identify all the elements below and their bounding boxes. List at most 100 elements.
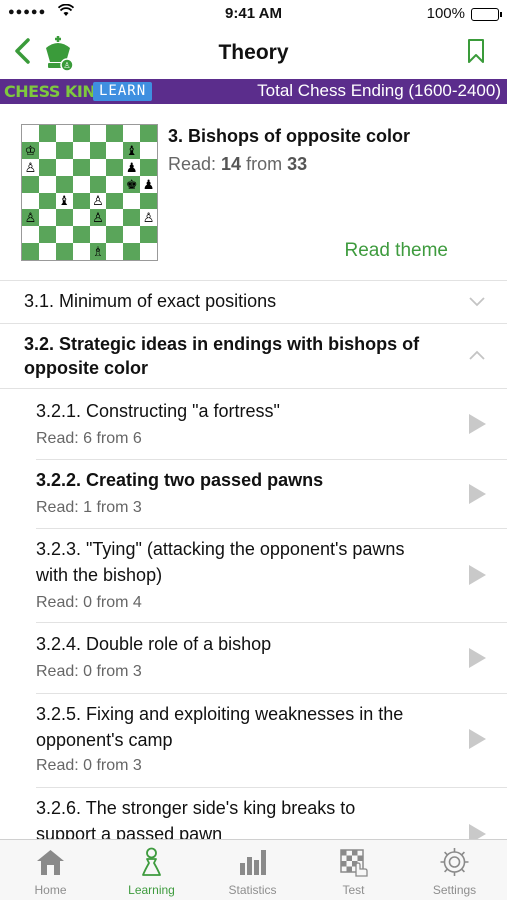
board-square [22, 226, 39, 244]
read-theme-link[interactable]: Read theme [344, 240, 448, 262]
tab-test[interactable]: Test [303, 840, 404, 900]
board-square [22, 243, 39, 260]
chess-piece: ♔ [24, 142, 37, 158]
board-square: ♝ [123, 141, 141, 159]
board-square [106, 226, 124, 244]
board-square [72, 125, 90, 142]
status-bar: ●●●●● 9:41 AM 100% [0, 0, 507, 28]
tab-label: Settings [432, 883, 477, 897]
bar-chart-icon [240, 850, 266, 875]
board-square: ♗ [89, 243, 107, 260]
tab-learning[interactable]: Learning [101, 840, 202, 900]
section-row[interactable]: 3.1. Minimum of exact positions [0, 281, 507, 323]
lesson-progress: Read: 0 from 3 [36, 663, 142, 680]
board-square [140, 125, 157, 142]
lesson-title-line2: opponent's camp [36, 730, 173, 750]
board-square: ♙ [89, 192, 107, 210]
theme-read-count: 14 [221, 154, 242, 174]
board-square [55, 141, 73, 159]
tab-statistics[interactable]: Statistics [202, 840, 303, 900]
pawn-icon [142, 847, 161, 876]
board-square [106, 141, 124, 159]
board-square [140, 226, 157, 244]
chevron-up-icon [469, 350, 485, 360]
lesson-title: 3.2.3. "Tying" (attacking the opponent's… [36, 539, 405, 559]
lesson-title: 3.2.1. Constructing "a fortress" [36, 401, 280, 421]
section-title: 3.2. Strategic ideas in endings with bis… [24, 334, 420, 354]
lesson-progress: Read: 0 from 4 [36, 594, 142, 611]
page-title: Theory [218, 41, 289, 64]
play-icon [469, 565, 486, 585]
learn-badge: LEARN [93, 82, 153, 101]
tab-label: Home [34, 883, 67, 897]
board-square [123, 243, 141, 260]
board-square [89, 226, 107, 244]
board-square [72, 141, 90, 159]
lesson-title: 3.2.2. Creating two passed pawns [36, 470, 324, 490]
board-square [89, 158, 107, 176]
theme-progress: Read: 14 from 33 [168, 154, 307, 175]
board-square: ♝ [55, 192, 73, 210]
chess-piece: ♝ [125, 142, 138, 158]
board-square [140, 158, 157, 176]
board-square [106, 192, 124, 210]
theme-header: ♔ ♝ ♙ ♟ ♚ ♟ ♝ ♙ ♙ ♙ ♙ ♗ 3. Bishops of opposite colo… [0, 104, 507, 280]
board-square: ♙ [140, 209, 157, 227]
tab-home[interactable]: Home [0, 840, 101, 900]
chessboard-diagram: ♔ ♝ ♙ ♟ ♚ ♟ ♝ ♙ ♙ ♙ ♙ ♗ [21, 124, 158, 261]
board-square [72, 226, 90, 244]
board-square [106, 158, 124, 176]
board-square [106, 209, 124, 227]
board-square [55, 243, 73, 260]
gear-icon [440, 848, 469, 876]
board-square [140, 243, 157, 260]
chess-piece: ♚ [125, 176, 138, 192]
theme-read-total: 33 [287, 154, 308, 174]
board-square [123, 192, 141, 210]
lesson-row[interactable]: 3.2.5. Fixing and exploiting weaknesses … [0, 694, 507, 787]
lesson-row[interactable]: 3.2.2. Creating two passed pawns Read: 1… [0, 460, 507, 528]
tab-settings[interactable]: Settings [404, 840, 505, 900]
board-square: ♟ [140, 175, 157, 193]
play-icon [469, 484, 486, 504]
play-icon [469, 648, 486, 668]
course-banner: CHESS KING LEARN Total Chess Ending (160… [0, 79, 507, 104]
board-square: ♚ [123, 175, 141, 193]
lesson-row[interactable]: 3.2.3. "Tying" (attacking the opponent's… [0, 529, 507, 622]
chessboard-hand-icon [340, 849, 368, 877]
board-square [22, 125, 39, 142]
board-square: ♙ [89, 209, 107, 227]
board-square [38, 192, 56, 210]
chevron-down-icon [469, 297, 485, 307]
board-square [89, 125, 107, 142]
lesson-row[interactable]: 3.2.4. Double role of a bishop Read: 0 f… [0, 623, 507, 693]
chess-piece: ♙ [92, 210, 104, 226]
board-square [55, 226, 73, 244]
chess-piece: ♙ [24, 159, 37, 175]
battery-icon [471, 8, 502, 21]
tab-bar: Home Learning Statistics Test Settings [0, 839, 507, 900]
board-square [38, 158, 56, 176]
chess-piece: ♝ [58, 193, 71, 209]
lesson-row[interactable]: 3.2.6. The stronger side's king breaks t… [0, 788, 507, 840]
board-square [123, 226, 141, 244]
board-square [38, 243, 56, 260]
chess-piece: ♙ [142, 210, 155, 226]
board-square [140, 141, 157, 159]
board-square [72, 158, 90, 176]
board-square [38, 125, 56, 142]
section-row[interactable]: 3.2. Strategic ideas in endings with bis… [0, 324, 507, 388]
board-square: ♔ [22, 141, 39, 159]
house-icon [37, 850, 64, 875]
course-title: Total Chess Ending (1600-2400) [257, 81, 501, 100]
lesson-title-line2: with the bishop) [36, 565, 163, 585]
board-square [123, 209, 141, 227]
lesson-title: 3.2.5. Fixing and exploiting weaknesses … [36, 704, 404, 724]
tab-label: Learning [128, 883, 175, 897]
board-square [55, 209, 73, 227]
board-square [106, 125, 124, 142]
lesson-row[interactable]: 3.2.1. Constructing "a fortress" Read: 6… [0, 389, 507, 459]
play-icon [469, 824, 486, 840]
board-square: ♟ [123, 158, 141, 176]
bookmark-button[interactable] [467, 38, 485, 64]
